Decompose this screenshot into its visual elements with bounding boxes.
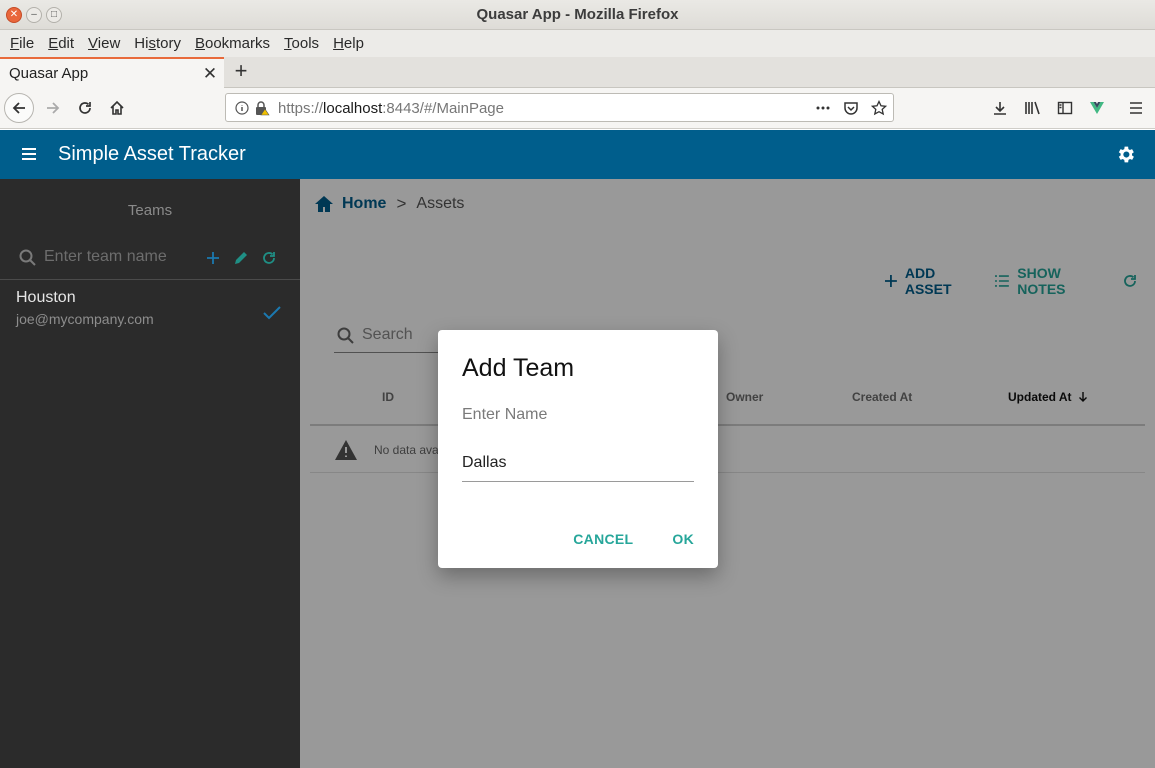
url-bar[interactable]: https://localhost:8443/#/MainPage	[225, 93, 894, 122]
reload-button[interactable]	[70, 93, 100, 123]
insecure-lock-icon[interactable]	[254, 100, 270, 116]
url-text: https://localhost:8443/#/MainPage	[278, 100, 504, 117]
settings-gear-icon[interactable]	[1115, 144, 1136, 165]
menu-history[interactable]: History	[127, 35, 188, 52]
tab-quasar-app[interactable]: Quasar App ✕	[0, 57, 224, 88]
menu-view[interactable]: View	[81, 35, 127, 52]
app-title: Simple Asset Tracker	[58, 143, 246, 165]
home-icon	[110, 100, 124, 115]
refresh-teams-icon[interactable]	[259, 248, 279, 268]
forward-button[interactable]	[38, 93, 68, 123]
drawer-menu-icon[interactable]	[19, 144, 39, 164]
tabbar: Quasar App ✕ +	[0, 57, 1155, 88]
back-button[interactable]	[4, 93, 34, 123]
window-controls: ✕ – □	[6, 7, 62, 23]
selected-check-icon	[263, 306, 281, 320]
teams-heading: Teams	[127, 202, 173, 219]
team-email: joe@mycompany.com	[16, 311, 154, 327]
page-actions-icon[interactable]	[815, 100, 831, 116]
add-team-icon[interactable]	[203, 248, 223, 268]
tab-close-icon[interactable]: ✕	[200, 64, 220, 84]
pocket-icon[interactable]	[843, 100, 859, 116]
hamburger-menu-icon[interactable]	[1126, 98, 1146, 118]
sidebar-icon[interactable]	[1055, 98, 1075, 118]
search-icon	[19, 249, 36, 266]
menu-file[interactable]: File	[3, 35, 41, 52]
forward-arrow-icon	[47, 102, 60, 114]
info-icon[interactable]	[234, 100, 250, 116]
vue-devtools-icon[interactable]	[1087, 98, 1107, 118]
dialog-actions: CANCEL OK	[573, 531, 694, 547]
cancel-button[interactable]: CANCEL	[573, 531, 633, 547]
tab-title: Quasar App	[9, 65, 89, 82]
app-header: Simple Asset Tracker	[0, 130, 1155, 179]
team-actions	[203, 248, 279, 268]
add-team-dialog: Add Team Enter Name Dallas CANCEL OK	[438, 330, 718, 568]
menu-tools[interactable]: Tools	[277, 35, 326, 52]
teams-drawer: Teams Enter team name Houston joe@mycomp…	[0, 179, 300, 768]
team-name: Houston	[16, 289, 76, 306]
ok-button[interactable]: OK	[672, 531, 694, 547]
navigation-toolbar: https://localhost:8443/#/MainPage	[0, 88, 1155, 129]
new-tab-icon[interactable]: +	[230, 60, 252, 82]
window-minimize-button[interactable]: –	[26, 7, 42, 23]
window-maximize-button[interactable]: □	[46, 7, 62, 23]
modal-backdrop[interactable]	[300, 179, 1155, 768]
menu-help[interactable]: Help	[326, 35, 371, 52]
dialog-title: Add Team	[462, 354, 575, 382]
home-button[interactable]	[102, 93, 132, 123]
downloads-icon[interactable]	[990, 98, 1010, 118]
edit-team-pencil-icon[interactable]	[231, 248, 251, 268]
team-name-field[interactable]: Dallas	[462, 448, 694, 482]
window-close-button[interactable]: ✕	[6, 7, 22, 23]
bookmark-star-icon[interactable]	[871, 100, 887, 116]
library-icon[interactable]	[1023, 98, 1043, 118]
menu-edit[interactable]: Edit	[41, 35, 81, 52]
window-titlebar: ✕ – □ Quasar App - Mozilla Firefox	[0, 0, 1155, 30]
dialog-input-label: Enter Name	[462, 406, 548, 423]
window-title: Quasar App - Mozilla Firefox	[476, 6, 679, 23]
team-name-placeholder: Enter team name	[44, 248, 167, 265]
back-arrow-icon	[12, 102, 25, 114]
team-item-houston[interactable]: Houston joe@mycompany.com	[0, 285, 300, 331]
menu-bookmarks[interactable]: Bookmarks	[188, 35, 277, 52]
reload-icon	[79, 102, 91, 114]
menubar: File Edit View History Bookmarks Tools H…	[0, 30, 1155, 57]
drawer-divider	[0, 279, 300, 280]
